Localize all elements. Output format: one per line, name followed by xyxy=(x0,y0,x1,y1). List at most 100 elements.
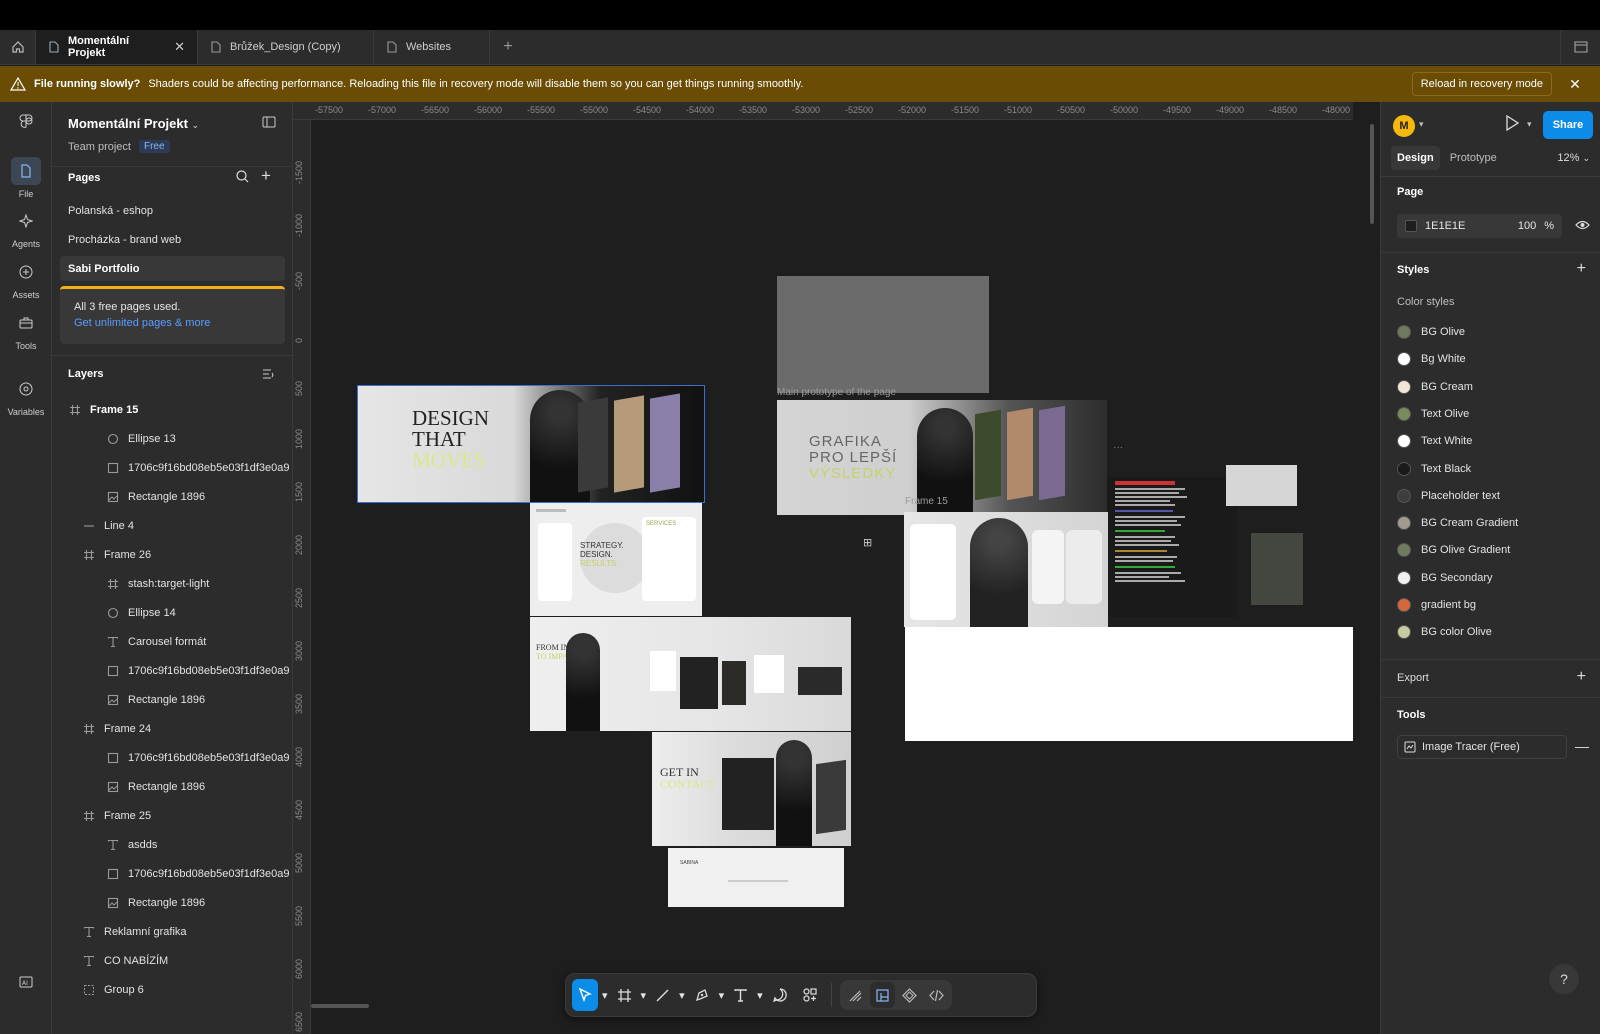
layer-row[interactable]: Frame 25 xyxy=(52,801,292,830)
rail-figma-menu[interactable] xyxy=(0,112,52,130)
upgrade-link[interactable]: Get unlimited pages & more xyxy=(74,317,271,329)
olive-card-frame[interactable] xyxy=(1251,533,1303,605)
color-style-item[interactable]: BG color Olive xyxy=(1397,622,1492,642)
layer-row[interactable]: Carousel formát xyxy=(52,627,292,656)
from-input-frame[interactable]: FROM INPUT TO IMPACT xyxy=(530,617,851,731)
share-button[interactable]: Share xyxy=(1543,111,1593,139)
prototype-mode-button[interactable] xyxy=(897,982,922,1008)
chevron-down-icon[interactable]: ▾ xyxy=(641,989,647,1002)
page-item-sabi-portfolio[interactable]: Sabi Portfolio xyxy=(60,256,285,281)
chevron-down-icon[interactable]: ▾ xyxy=(602,989,608,1002)
color-swatch[interactable] xyxy=(1405,220,1417,232)
layer-row[interactable]: Rectangle 1896 xyxy=(52,772,292,801)
layer-row[interactable]: asdds xyxy=(52,830,292,859)
page-color-value[interactable]: 1E1E1E xyxy=(1425,220,1465,232)
white-rectangle[interactable] xyxy=(905,627,1353,741)
layers-options-icon[interactable] xyxy=(262,368,274,383)
tab-bruzek-design[interactable]: Brůžek_Design (Copy) xyxy=(198,30,374,64)
canvas[interactable]: Main prototype of the page DESIGN THAT M… xyxy=(311,120,1353,1034)
reload-recovery-button[interactable]: Reload in recovery mode xyxy=(1411,72,1552,96)
chevron-down-icon[interactable]: ▾ xyxy=(679,989,685,1002)
move-tool-button[interactable] xyxy=(572,979,598,1011)
chevron-down-icon[interactable]: ▾ xyxy=(719,989,725,1002)
pen-tool-button[interactable] xyxy=(689,979,715,1011)
new-tab-button[interactable]: + xyxy=(490,30,526,64)
page-opacity-value[interactable]: 100 xyxy=(1518,220,1536,232)
layer-row[interactable]: 1706c9f16bd08eb5e03f1df3e0a9 xyxy=(52,743,292,772)
contact-frame[interactable]: GET IN CONTACT xyxy=(652,732,851,846)
color-style-item[interactable]: Bg White xyxy=(1397,349,1466,369)
comment-tool-button[interactable] xyxy=(767,979,793,1011)
page-color-field[interactable]: 1E1E1E 100 % xyxy=(1397,214,1562,238)
present-button[interactable] xyxy=(1505,114,1520,134)
rail-item-variables[interactable]: Variables xyxy=(0,375,52,417)
image-tracer-tool[interactable]: Image Tracer (Free) xyxy=(1397,735,1567,759)
project-name[interactable]: Momentální Projekt ⌄ xyxy=(68,116,199,131)
layer-row[interactable]: 1706c9f16bd08eb5e03f1df3e0a9 xyxy=(52,656,292,685)
reklamni-grafika-frame[interactable] xyxy=(1107,477,1237,617)
color-style-item[interactable]: BG Secondary xyxy=(1397,568,1493,588)
design-mode-button[interactable] xyxy=(869,982,895,1008)
add-export-icon[interactable]: + xyxy=(1577,668,1586,686)
page-item-polanska[interactable]: Polanská - eshop xyxy=(60,198,285,223)
color-style-item[interactable]: BG Olive xyxy=(1397,322,1465,342)
layer-row[interactable]: stash:target-light xyxy=(52,569,292,598)
main-prototype-frame[interactable] xyxy=(777,276,989,393)
layer-row[interactable]: Reklamní grafika xyxy=(52,917,292,946)
frame-portrait-phones[interactable] xyxy=(904,512,1108,627)
plan-badge[interactable]: Free xyxy=(138,140,170,153)
layer-row[interactable]: Frame 15 xyxy=(52,395,292,424)
color-style-item[interactable]: Placeholder text xyxy=(1397,486,1500,506)
rail-item-assets[interactable]: Assets xyxy=(0,258,52,300)
layer-row[interactable]: Group 6 xyxy=(52,975,292,1004)
layer-row[interactable]: Line 4 xyxy=(52,511,292,540)
layer-row[interactable]: 1706c9f16bd08eb5e03f1df3e0a9 xyxy=(52,859,292,888)
horizontal-scrollbar[interactable] xyxy=(311,1004,369,1008)
add-page-icon[interactable]: + xyxy=(261,166,271,186)
line-tool-button[interactable] xyxy=(650,979,675,1011)
home-button[interactable] xyxy=(0,30,36,64)
close-banner-icon[interactable]: ✕ xyxy=(1560,76,1590,93)
tab-design[interactable]: Design xyxy=(1391,146,1440,170)
avatar[interactable]: M xyxy=(1393,115,1415,137)
gray-rectangle[interactable] xyxy=(1226,465,1297,506)
collapse-sidebar-button[interactable] xyxy=(262,116,276,131)
color-style-item[interactable]: BG Olive Gradient xyxy=(1397,540,1510,560)
tab-websites[interactable]: Websites xyxy=(374,30,490,64)
chevron-down-icon[interactable]: ▾ xyxy=(1419,119,1424,130)
layer-row[interactable]: Frame 26 xyxy=(52,540,292,569)
layer-row[interactable]: Rectangle 1896 xyxy=(52,685,292,714)
rail-item-agents[interactable]: Agents xyxy=(0,207,52,249)
color-style-item[interactable]: BG Cream xyxy=(1397,377,1473,397)
layer-row[interactable]: Ellipse 14 xyxy=(52,598,292,627)
footer-frame[interactable]: SABINA xyxy=(668,848,844,907)
tab-momentalni-projekt[interactable]: Momentální Projekt ✕ xyxy=(36,30,198,64)
help-button[interactable]: ? xyxy=(1549,964,1579,994)
close-tab-icon[interactable]: ✕ xyxy=(174,39,185,55)
layer-row[interactable]: Ellipse 13 xyxy=(52,424,292,453)
strategy-frame[interactable]: STRATEGY. DESIGN. RESULTS. SERVICES xyxy=(530,503,702,616)
rail-item-file[interactable]: File xyxy=(0,157,52,199)
color-style-item[interactable]: Text Black xyxy=(1397,459,1471,479)
chevron-down-icon[interactable]: ▾ xyxy=(1527,119,1532,130)
add-style-icon[interactable]: + xyxy=(1577,260,1586,278)
layer-row[interactable]: Rectangle 1896 xyxy=(52,888,292,917)
layer-row[interactable]: Rectangle 1896 xyxy=(52,482,292,511)
color-style-item[interactable]: Text Olive xyxy=(1397,404,1469,424)
hero-frame-design-that-moves[interactable]: DESIGN THAT MOVES xyxy=(357,385,705,503)
remove-tool-icon[interactable]: — xyxy=(1575,738,1589,754)
color-style-item[interactable]: Text White xyxy=(1397,431,1472,451)
zoom-level[interactable]: 12% ⌄ xyxy=(1557,152,1590,164)
rail-ai-button[interactable]: AI xyxy=(0,976,52,988)
color-style-item[interactable]: BG Cream Gradient xyxy=(1397,513,1518,533)
rail-item-tools[interactable]: Tools xyxy=(0,309,52,351)
visibility-eye-icon[interactable] xyxy=(1575,219,1590,234)
frame-tool-button[interactable] xyxy=(612,979,637,1011)
draw-mode-button[interactable] xyxy=(843,982,868,1008)
layer-row[interactable]: Frame 24 xyxy=(52,714,292,743)
search-pages-icon[interactable] xyxy=(236,170,249,186)
chevron-down-icon[interactable]: ▾ xyxy=(757,989,763,1002)
dev-mode-button[interactable] xyxy=(924,982,949,1008)
layer-row[interactable]: CO NABÍZÍM xyxy=(52,946,292,975)
layer-row[interactable]: 1706c9f16bd08eb5e03f1df3e0a9 xyxy=(52,453,292,482)
